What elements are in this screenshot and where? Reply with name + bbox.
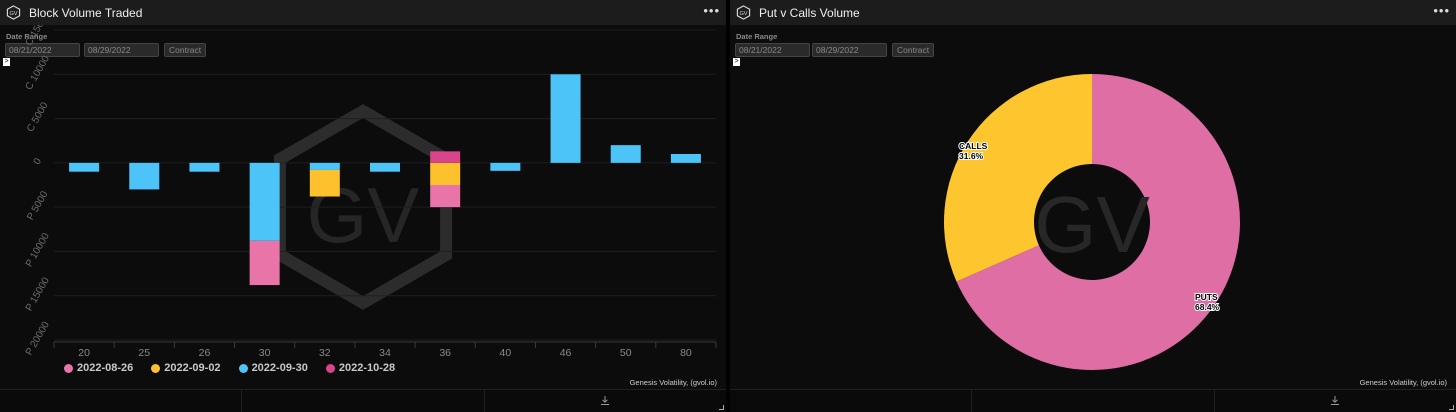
y-tick-label: C 10000 <box>24 54 53 93</box>
panel-titlebar: GV Put v Calls Volume ••• <box>730 0 1456 25</box>
slice-value-label: 31.6% <box>959 151 984 161</box>
slice-label: PUTS <box>1195 292 1218 302</box>
x-tick-label: 36 <box>439 347 451 359</box>
resize-handle-icon[interactable] <box>1448 405 1454 410</box>
legend-item[interactable]: 2022-09-02 <box>151 362 221 374</box>
gvol-logo-icon: GV <box>736 5 751 20</box>
legend-item[interactable]: 2022-08-26 <box>64 362 133 374</box>
gvol-logo-icon: GV <box>6 5 21 20</box>
bar-segment[interactable] <box>69 162 100 172</box>
panel-bottombar <box>730 389 1456 412</box>
slice-value-label: 68.4% <box>1195 302 1220 312</box>
x-tick-label: 32 <box>319 347 331 359</box>
y-tick-label: P 20000 <box>24 320 52 358</box>
x-tick-label: 40 <box>500 347 512 359</box>
bar-segment[interactable] <box>430 151 461 163</box>
bottombar-cell <box>972 390 1215 412</box>
put-call-panel: GV Put v Calls Volume ••• Date Range Con… <box>730 0 1456 412</box>
bar-segment[interactable] <box>309 162 340 170</box>
credit-text: Genesis Volatility, (gvol.io) <box>629 378 717 387</box>
bar-segment[interactable] <box>490 162 521 171</box>
bottombar-cell <box>730 390 973 412</box>
slice-label: CALLS <box>959 141 988 151</box>
x-tick-label: 34 <box>379 347 391 359</box>
x-tick-label: 46 <box>560 347 572 359</box>
block-volume-chart: GV C 15000C 10000C 50000P 5000P 10000P 1… <box>24 25 717 359</box>
panel-menu-icon[interactable]: ••• <box>703 3 720 18</box>
y-tick-label: P 15000 <box>24 275 52 313</box>
download-icon[interactable] <box>600 395 611 406</box>
panel-title: Put v Calls Volume <box>759 5 860 20</box>
watermark-text: GV <box>1034 180 1150 269</box>
bar-segment[interactable] <box>370 162 400 172</box>
x-tick-label: 30 <box>259 347 271 359</box>
chart-legend: 2022-08-26 2022-09-02 2022-09-30 2022-10-28 <box>64 362 395 374</box>
legend-label: 2022-09-30 <box>251 362 308 374</box>
bar-segment[interactable] <box>249 240 280 286</box>
bar-segment[interactable] <box>309 169 340 197</box>
legend-label: 2022-09-02 <box>164 362 221 374</box>
y-tick-label: P 5000 <box>25 189 51 222</box>
x-tick-label: 25 <box>138 347 150 359</box>
y-tick-label: C 5000 <box>25 100 51 134</box>
y-tick-label: C 15000 <box>24 25 53 48</box>
svg-text:GV: GV <box>739 11 747 17</box>
block-volume-panel: GV Block Volume Traded ••• Date Range Co… <box>0 0 726 412</box>
bottombar-cell <box>1215 390 1456 412</box>
bottombar-cell <box>485 390 726 412</box>
bar-segment[interactable] <box>249 162 280 241</box>
panel-menu-icon[interactable]: ••• <box>1433 3 1450 18</box>
put-call-donut-chart: GV CALLS31.6% PUTS68.4% <box>944 74 1240 371</box>
credit-text: Genesis Volatility, (gvol.io) <box>1359 378 1447 387</box>
resize-handle-icon[interactable] <box>718 405 724 410</box>
bar-segment[interactable] <box>129 162 160 190</box>
legend-dot-icon <box>64 363 73 373</box>
x-tick-label: 20 <box>78 347 90 359</box>
download-icon[interactable] <box>1330 395 1341 406</box>
y-tick-label: P 10000 <box>24 231 52 269</box>
bar-segment[interactable] <box>550 74 581 163</box>
panel-title: Block Volume Traded <box>29 5 143 20</box>
x-tick-label: 50 <box>620 347 632 359</box>
bottombar-cell <box>242 390 485 412</box>
svg-text:GV: GV <box>9 11 17 17</box>
legend-item[interactable]: 2022-10-28 <box>325 362 396 374</box>
bar-segment[interactable] <box>189 162 220 172</box>
bar-segment[interactable] <box>610 145 641 163</box>
legend-item[interactable]: 2022-09-30 <box>238 362 308 374</box>
panel-titlebar: GV Block Volume Traded ••• <box>0 0 726 25</box>
legend-label: 2022-08-26 <box>77 362 134 374</box>
y-tick-label: 0 <box>32 156 45 167</box>
legend-dot-icon <box>238 363 248 373</box>
x-tick-label: 80 <box>680 347 692 359</box>
bar-segment[interactable] <box>430 162 461 185</box>
legend-dot-icon <box>151 363 161 373</box>
bar-segment[interactable] <box>430 185 461 208</box>
panel-bottombar <box>0 389 726 412</box>
legend-label: 2022-10-28 <box>338 362 396 374</box>
legend-dot-icon <box>325 363 335 373</box>
x-tick-label: 26 <box>199 347 211 359</box>
bottombar-cell <box>0 390 243 412</box>
bar-segment[interactable] <box>670 154 701 163</box>
